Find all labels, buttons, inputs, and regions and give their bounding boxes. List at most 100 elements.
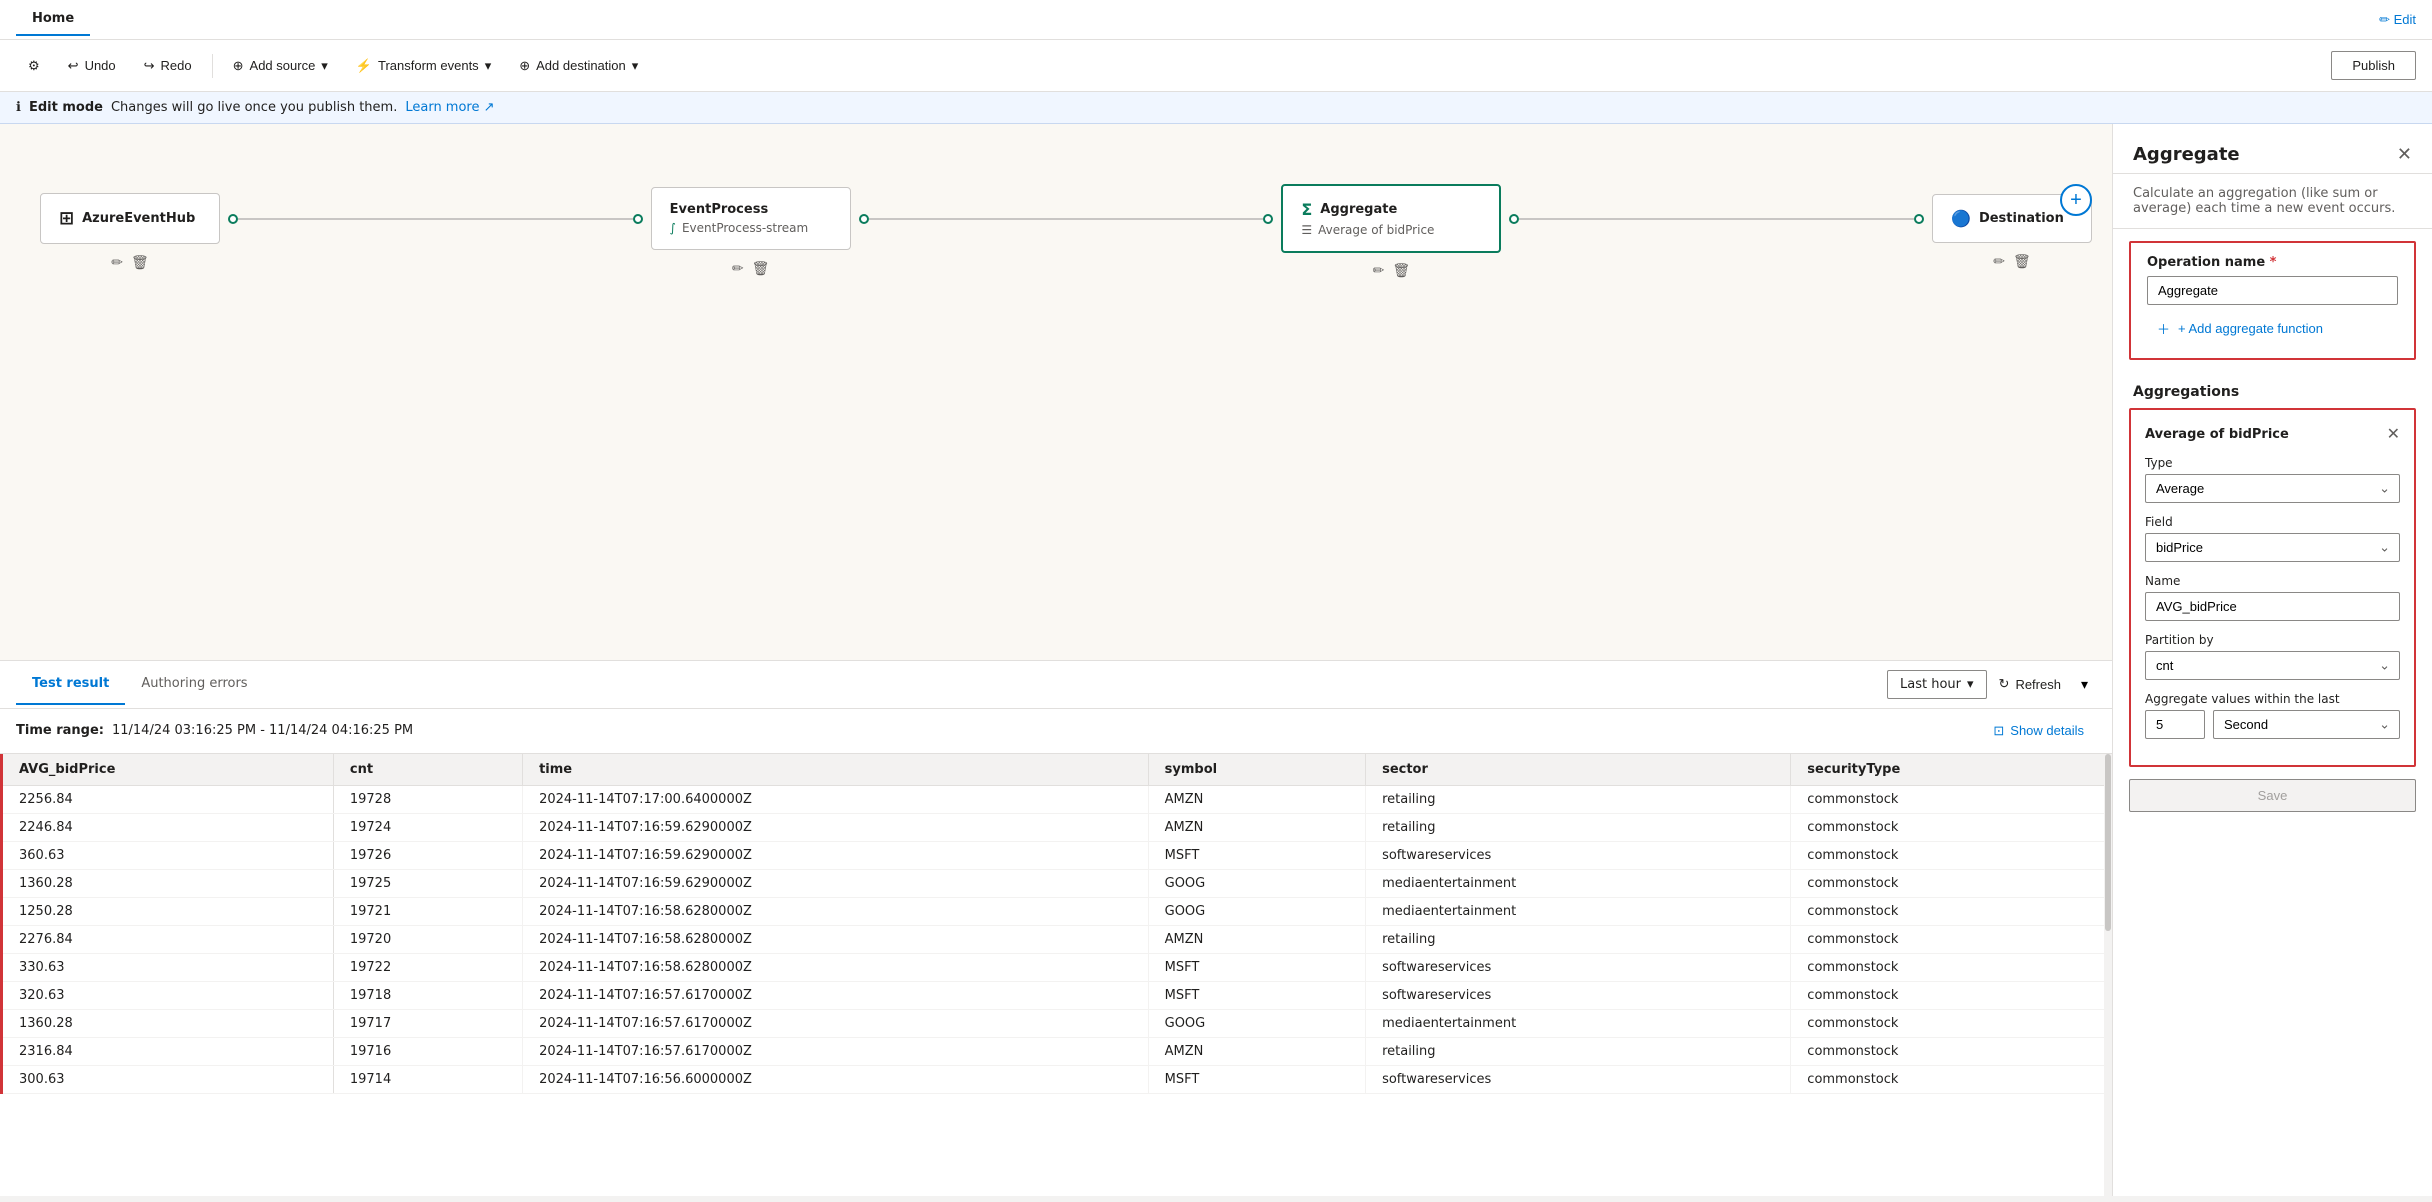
edit-button[interactable]: ✏ Edit (2379, 12, 2416, 28)
table-cell: 19721 (333, 897, 522, 925)
tab-test-result[interactable]: Test result (16, 664, 125, 705)
table-cell: retailing (1366, 785, 1791, 813)
line-3 (1519, 218, 1914, 220)
node-eventprocess[interactable]: EventProcess ∫ EventProcess-stream ✏ 🗑 (651, 187, 851, 250)
add-agg-icon: ＋ (2157, 319, 2170, 338)
add-destination-button[interactable]: ⊕ Add destination ▾ (507, 52, 650, 80)
table-cell: commonstock (1791, 1009, 2112, 1037)
data-table: AVG_bidPrice cnt time symbol sector secu… (0, 754, 2112, 1094)
canvas[interactable]: ⊞ AzureEventHub ✏ 🗑 (0, 124, 2112, 660)
add-node-button[interactable]: + (2060, 184, 2092, 216)
table-cell: 19728 (333, 785, 522, 813)
aggregate-edit-button[interactable]: ✏ (1373, 262, 1385, 279)
data-table-container: AVG_bidPrice cnt time symbol sector secu… (0, 754, 2112, 1197)
table-cell: 19722 (333, 953, 522, 981)
panel-close-button[interactable]: ✕ (2397, 144, 2412, 165)
table-row: 2276.84197202024-11-14T07:16:58.6280000Z… (2, 925, 2112, 953)
test-tabs: Test result Authoring errors Last hour ▾… (0, 661, 2112, 709)
time-range-bar: Time range: 11/14/24 03:16:25 PM - 11/14… (0, 709, 2112, 754)
dot-5 (1509, 214, 1519, 224)
field-select[interactable]: bidPrice (2145, 533, 2400, 562)
table-cell: 2276.84 (2, 925, 334, 953)
table-cell: commonstock (1791, 953, 2112, 981)
publish-button[interactable]: Publish (2331, 51, 2416, 80)
azure-node-icon: ⊞ (59, 208, 74, 229)
table-cell: 19718 (333, 981, 522, 1009)
add-agg-label: + Add aggregate function (2178, 321, 2323, 336)
transform-events-button[interactable]: ⚡ Transform events ▾ (344, 52, 503, 80)
table-cell: 19724 (333, 813, 522, 841)
table-cell: commonstock (1791, 1037, 2112, 1065)
name-input[interactable] (2145, 592, 2400, 621)
agg-card-title: Average of bidPrice (2145, 427, 2289, 442)
table-row: 1360.28197252024-11-14T07:16:59.6290000Z… (2, 869, 2112, 897)
table-cell: MSFT (1148, 841, 1365, 869)
name-label: Name (2145, 574, 2400, 588)
agg-values-row: Aggregate values within the last Second … (2145, 692, 2400, 739)
panel-description: Calculate an aggregation (like sum or av… (2113, 174, 2432, 229)
duration-input[interactable] (2145, 710, 2205, 739)
table-cell: 2246.84 (2, 813, 334, 841)
save-button[interactable]: Save (2129, 779, 2416, 812)
table-cell: commonstock (1791, 1065, 2112, 1093)
refresh-button[interactable]: ↻ Refresh (1987, 670, 2073, 698)
line-2 (869, 218, 1264, 220)
agg-card-close-button[interactable]: ✕ (2387, 424, 2400, 444)
operation-name-input[interactable] (2147, 276, 2398, 305)
tab-authoring-errors[interactable]: Authoring errors (125, 664, 263, 705)
table-cell: GOOG (1148, 869, 1365, 897)
table-row: 1250.28197212024-11-14T07:16:58.6280000Z… (2, 897, 2112, 925)
canvas-area: ⊞ AzureEventHub ✏ 🗑 (0, 124, 2112, 1196)
table-cell: commonstock (1791, 981, 2112, 1009)
node-azure-eventhub[interactable]: ⊞ AzureEventHub ✏ 🗑 (40, 193, 220, 244)
table-cell: commonstock (1791, 813, 2112, 841)
destination-node-actions: ✏ 🗑 (1993, 253, 2031, 270)
azure-edit-button[interactable]: ✏ (111, 254, 123, 271)
time-range-dropdown[interactable]: Last hour ▾ (1887, 670, 1987, 699)
top-tabs-bar: Home ✏ Edit (0, 0, 2432, 40)
dot-1 (228, 214, 238, 224)
tab-home[interactable]: Home (16, 3, 90, 36)
redo-button[interactable]: ↪ Redo (132, 52, 204, 80)
table-cell: MSFT (1148, 981, 1365, 1009)
eventprocess-node-subtitle: ∫ EventProcess-stream (670, 221, 832, 235)
settings-button[interactable]: ⚙ (16, 52, 52, 80)
redo-icon: ↪ (144, 58, 155, 74)
destination-delete-button[interactable]: 🗑 (2013, 253, 2031, 270)
add-aggregate-function-button[interactable]: ＋ + Add aggregate function (2147, 311, 2398, 346)
time-range-label: Time range: (16, 723, 104, 738)
add-source-chevron-icon: ▾ (321, 58, 328, 74)
redo-label: Redo (161, 58, 192, 73)
table-cell: 320.63 (2, 981, 334, 1009)
col-sector: sector (1366, 754, 1791, 786)
show-details-icon: ⊡ (1993, 723, 2004, 739)
table-cell: 330.63 (2, 953, 334, 981)
table-cell: 2316.84 (2, 1037, 334, 1065)
expand-button[interactable]: ▾ (2073, 672, 2096, 697)
col-cnt: cnt (333, 754, 522, 786)
dot-4 (1263, 214, 1273, 224)
add-source-icon: ⊕ (233, 58, 244, 74)
duration-unit-select[interactable]: Second Minute Hour (2213, 710, 2400, 739)
undo-button[interactable]: ↩ Undo (56, 52, 128, 80)
scrollbar-thumb[interactable] (2105, 754, 2111, 931)
partition-select[interactable]: cnt (2145, 651, 2400, 680)
table-cell: 300.63 (2, 1065, 334, 1093)
eventprocess-delete-button[interactable]: 🗑 (752, 260, 770, 277)
node-aggregate[interactable]: Σ Aggregate ☰ Average of bidPrice ✏ 🗑 (1281, 184, 1501, 253)
panel-title: Aggregate (2133, 144, 2240, 165)
aggregate-delete-button[interactable]: 🗑 (1392, 262, 1410, 279)
learn-more-link[interactable]: Learn more ↗ (405, 100, 494, 115)
destination-edit-button[interactable]: ✏ (1993, 253, 2005, 270)
flow-container: ⊞ AzureEventHub ✏ 🗑 (40, 184, 2092, 253)
type-select[interactable]: Average Sum Count Min Max (2145, 474, 2400, 503)
table-cell: softwareservices (1366, 841, 1791, 869)
info-message: Changes will go live once you publish th… (111, 100, 397, 115)
show-details-button[interactable]: ⊡ Show details (1981, 717, 2096, 745)
azure-delete-button[interactable]: 🗑 (131, 254, 149, 271)
eventprocess-edit-button[interactable]: ✏ (732, 260, 744, 277)
time-range-chevron-icon: ▾ (1967, 677, 1974, 692)
add-source-button[interactable]: ⊕ Add source ▾ (221, 52, 340, 80)
vertical-scrollbar[interactable] (2104, 754, 2112, 1197)
test-panel: Test result Authoring errors Last hour ▾… (0, 660, 2112, 1197)
